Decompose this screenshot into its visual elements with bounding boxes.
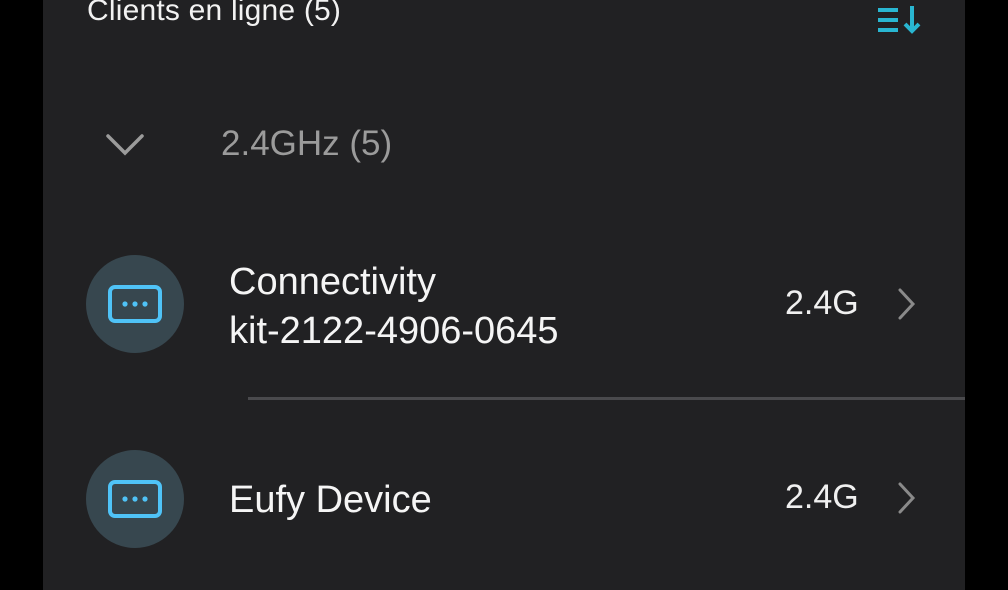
- client-row[interactable]: Eufy Device 2.4G: [43, 430, 965, 570]
- client-subtitle: kit-2122-4906-0645: [229, 310, 559, 352]
- chevron-right-icon[interactable]: [895, 286, 917, 322]
- device-icon: [108, 480, 162, 518]
- avatar: [86, 450, 184, 548]
- sort-button[interactable]: [875, 0, 925, 40]
- band-group-label: 2.4GHz (5): [221, 124, 393, 163]
- client-name: Eufy Device: [229, 479, 432, 521]
- client-name: Connectivity: [229, 261, 436, 303]
- band-group-header[interactable]: 2.4GHz (5): [43, 110, 965, 180]
- device-icon: [108, 285, 162, 323]
- client-row[interactable]: Connectivity kit-2122-4906-0645 2.4G: [43, 236, 965, 376]
- row-divider: [248, 397, 965, 400]
- chevron-down-icon[interactable]: [103, 128, 147, 158]
- chevron-right-icon[interactable]: [895, 480, 917, 516]
- client-band: 2.4G: [785, 478, 859, 516]
- client-band: 2.4G: [785, 284, 859, 322]
- online-clients-panel: Clients en ligne (5) 2.4GHz (5) Connecti…: [43, 0, 965, 590]
- page-title: Clients en ligne (5): [87, 0, 342, 27]
- sort-descending-icon: [878, 6, 921, 34]
- avatar: [86, 255, 184, 353]
